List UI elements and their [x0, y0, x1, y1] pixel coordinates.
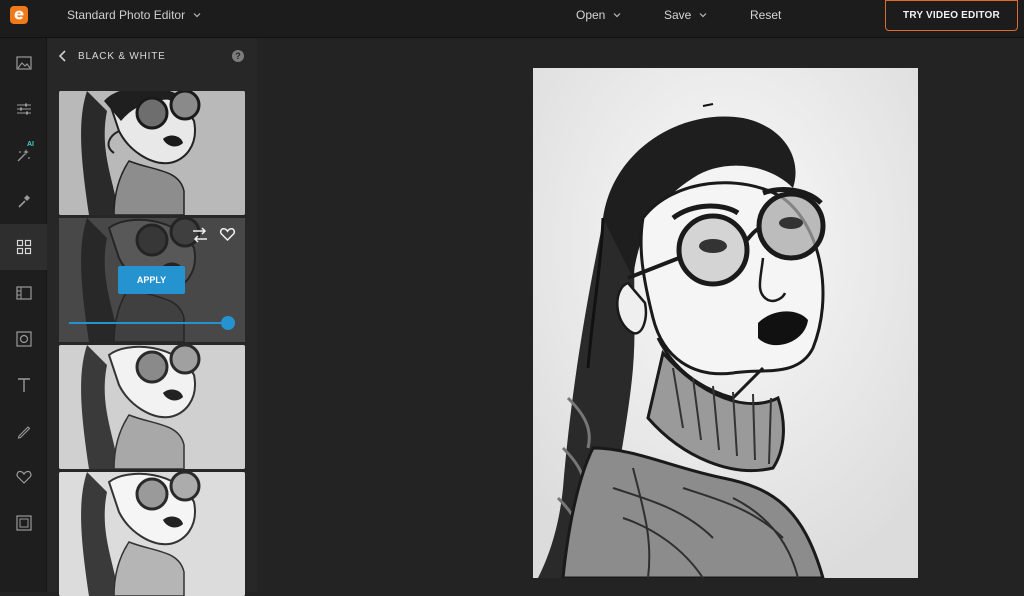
sketch-portrait-image	[533, 68, 918, 578]
editor-mode-dropdown[interactable]: Standard Photo Editor	[67, 8, 201, 22]
rail-item-effects[interactable]	[0, 224, 47, 270]
rail-item-overlays[interactable]	[0, 316, 47, 362]
try-video-editor-label: TRY VIDEO EDITOR	[903, 10, 1000, 21]
apply-label: APPLY	[136, 275, 167, 285]
ai-magic-icon	[17, 149, 30, 162]
top-bar: Standard Photo Editor Open Save Reset TR…	[0, 0, 1024, 38]
tool-rail: AI	[0, 38, 47, 592]
save-menu[interactable]: Save	[664, 8, 707, 22]
help-icon[interactable]: ?	[232, 50, 244, 62]
effect-thumbnail[interactable]	[59, 345, 245, 469]
chevron-down-icon	[699, 13, 707, 18]
effect-thumbnail[interactable]	[59, 472, 245, 596]
image-icon	[15, 56, 32, 70]
rail-item-frames[interactable]	[0, 270, 47, 316]
editor-canvas	[257, 38, 1024, 592]
chevron-down-icon	[613, 13, 621, 18]
overlays-icon	[15, 331, 32, 347]
border-icon	[15, 515, 32, 531]
compare-swap-icon[interactable]	[191, 227, 209, 243]
rail-item-favorites[interactable]	[0, 454, 47, 500]
touch-up-icon	[17, 195, 30, 208]
rail-item-draw[interactable]	[0, 408, 47, 454]
open-label: Open	[576, 8, 606, 22]
reset-button[interactable]: Reset	[750, 8, 781, 22]
thumbnail-image	[59, 345, 245, 469]
save-label: Save	[664, 8, 692, 22]
thumbnail-image	[59, 91, 245, 215]
effect-thumbnail-selected[interactable]: APPLY	[59, 218, 245, 342]
rail-item-image[interactable]	[0, 40, 47, 86]
rail-item-border[interactable]	[0, 500, 47, 546]
panel-header: BLACK & WHITE ?	[47, 38, 257, 76]
intensity-slider-knob[interactable]	[221, 316, 235, 330]
rail-item-text[interactable]	[0, 362, 47, 408]
ai-badge: AI	[27, 141, 34, 148]
text-icon	[17, 378, 30, 392]
panel-title: BLACK & WHITE	[78, 51, 166, 62]
back-arrow-icon[interactable]	[57, 49, 69, 63]
editor-mode-label: Standard Photo Editor	[67, 8, 186, 22]
heart-icon[interactable]	[219, 226, 236, 242]
photo-preview[interactable]	[533, 68, 918, 578]
rail-item-ai[interactable]: AI	[0, 132, 47, 178]
brand-logo-icon[interactable]	[10, 6, 28, 24]
effects-panel: BLACK & WHITE ? APPLY	[47, 38, 257, 596]
chevron-down-icon	[193, 13, 201, 18]
rail-item-touchup[interactable]	[0, 178, 47, 224]
adjustments-icon	[16, 103, 31, 115]
frames-icon	[15, 286, 32, 300]
rail-item-adjust[interactable]	[0, 86, 47, 132]
effect-thumbnail[interactable]	[59, 91, 245, 215]
try-video-editor-button[interactable]: TRY VIDEO EDITOR	[885, 0, 1018, 31]
favorites-icon	[16, 470, 31, 484]
draw-icon	[17, 426, 30, 439]
intensity-slider-track[interactable]	[69, 322, 227, 324]
effects-grid-icon	[16, 239, 31, 255]
reset-label: Reset	[750, 8, 782, 22]
open-menu[interactable]: Open	[576, 8, 621, 22]
thumbnail-image	[59, 472, 245, 596]
apply-button[interactable]: APPLY	[118, 266, 185, 294]
